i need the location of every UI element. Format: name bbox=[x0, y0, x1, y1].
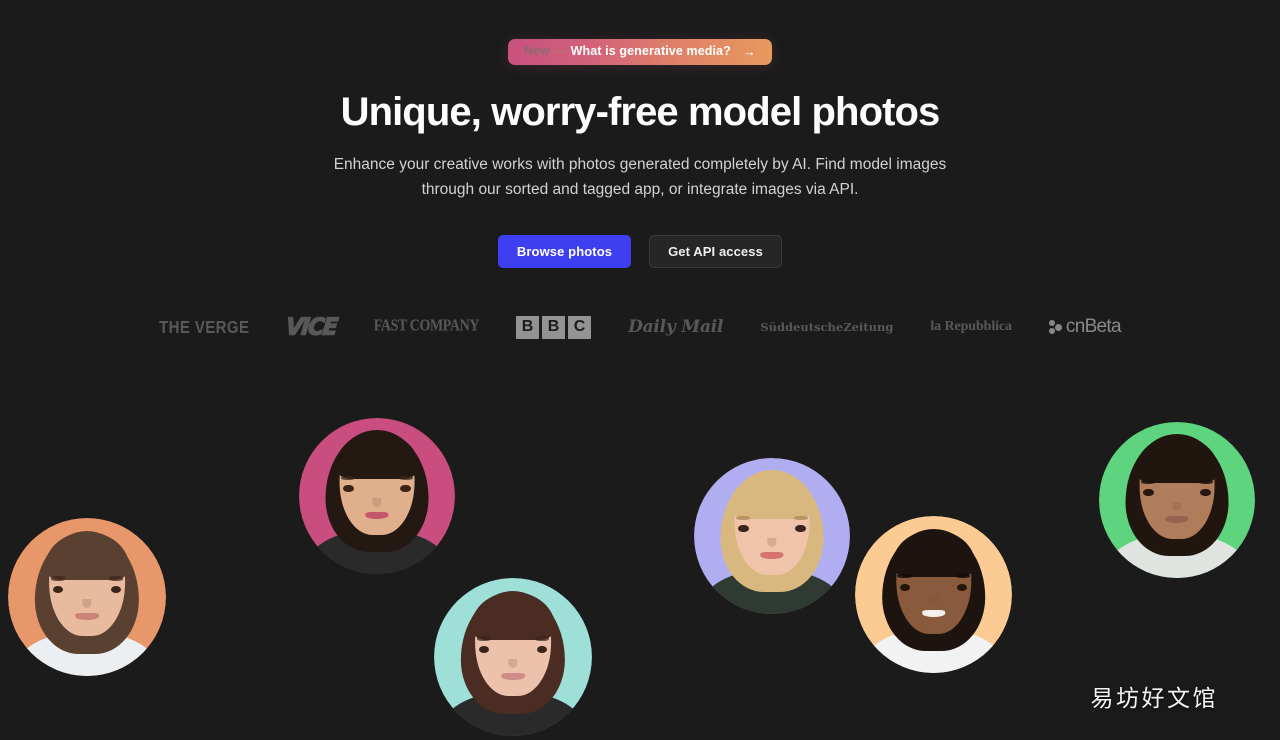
logo-daily-mail: Daily Mail bbox=[628, 317, 724, 338]
logo-the-verge: THE VERGE bbox=[159, 317, 250, 337]
avatar-portrait bbox=[1099, 422, 1255, 578]
press-logo-row: THE VERGE VICE FAST COMPANY B B C Daily … bbox=[0, 312, 1280, 342]
cnbeta-dots-icon bbox=[1048, 319, 1062, 335]
avatar-woman-pink[interactable] bbox=[299, 418, 455, 574]
avatar-boy-orange[interactable] bbox=[8, 518, 166, 676]
cta-row: Browse photos Get API access bbox=[0, 235, 1280, 269]
cnbeta-label: cnBeta bbox=[1065, 316, 1122, 338]
bbc-letter-3: C bbox=[568, 315, 592, 339]
avatar-portrait bbox=[8, 518, 166, 676]
badge-dash: — bbox=[554, 44, 567, 59]
avatar-woman-teal[interactable] bbox=[434, 578, 592, 736]
logo-vice: VICE bbox=[284, 313, 339, 341]
landing-page: New — What is generative media? → Unique… bbox=[0, 0, 1280, 740]
watermark: 易坊好文馆 bbox=[1090, 686, 1218, 712]
generative-media-badge[interactable]: New — What is generative media? → bbox=[508, 39, 772, 65]
badge-new-label: New bbox=[524, 44, 551, 59]
arrow-right-icon: → bbox=[742, 44, 756, 59]
page-title: Unique, worry-free model photos bbox=[340, 90, 941, 134]
avatar-girl-green[interactable] bbox=[1099, 422, 1255, 578]
logo-bbc: B B C bbox=[516, 312, 592, 342]
avatar-portrait bbox=[299, 418, 455, 574]
logo-cnbeta: cnBeta bbox=[1048, 312, 1122, 342]
bbc-letter-2: B bbox=[542, 315, 566, 339]
bbc-letter-1: B bbox=[516, 315, 540, 339]
get-api-access-button[interactable]: Get API access bbox=[649, 235, 782, 269]
hero-subtitle: Enhance your creative works with photos … bbox=[333, 156, 947, 199]
badge-text: What is generative media? bbox=[570, 44, 731, 59]
logo-fast-company: FAST COMPANY bbox=[373, 317, 480, 336]
avatar-portrait bbox=[855, 516, 1012, 673]
avatar-man-peach[interactable] bbox=[855, 516, 1012, 673]
hero-section: New — What is generative media? → Unique… bbox=[0, 0, 1280, 342]
avatar-portrait bbox=[694, 458, 850, 614]
sz-line-1: Süddeutsche bbox=[760, 319, 844, 334]
sz-line-2: Zeitung bbox=[843, 319, 894, 334]
logo-la-repubblica: la Repubblica bbox=[930, 319, 1012, 335]
browse-photos-button[interactable]: Browse photos bbox=[498, 235, 631, 269]
avatar-portrait bbox=[434, 578, 592, 736]
avatar-girl-purple[interactable] bbox=[694, 458, 850, 614]
logo-sueddeutsche-zeitung: Süddeutsche Zeitung bbox=[760, 312, 893, 342]
